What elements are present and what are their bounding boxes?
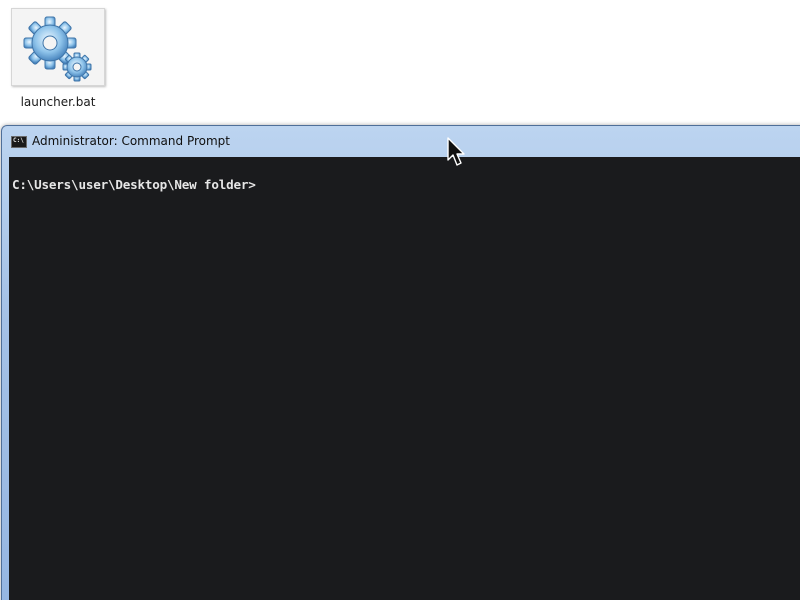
console-prompt: C:\Users\user\Desktop\New folder> <box>12 177 256 192</box>
desktop: launcher.bat C:\ Administrator: Command … <box>0 0 800 600</box>
batch-file-gears-icon <box>11 8 105 86</box>
window-titlebar[interactable]: C:\ Administrator: Command Prompt <box>2 126 800 156</box>
file-name-label: launcher.bat <box>20 95 96 109</box>
window-title: Administrator: Command Prompt <box>32 134 230 148</box>
desktop-file-launcher-bat[interactable]: launcher.bat <box>8 6 112 116</box>
cmd-icon-glyph: C:\ <box>13 137 24 144</box>
cmd-icon: C:\ <box>11 136 27 148</box>
mouse-pointer-icon <box>447 137 467 173</box>
command-prompt-window[interactable]: C:\ Administrator: Command Prompt C:\Use… <box>1 125 800 600</box>
console-area[interactable]: C:\Users\user\Desktop\New folder> <box>9 157 800 600</box>
